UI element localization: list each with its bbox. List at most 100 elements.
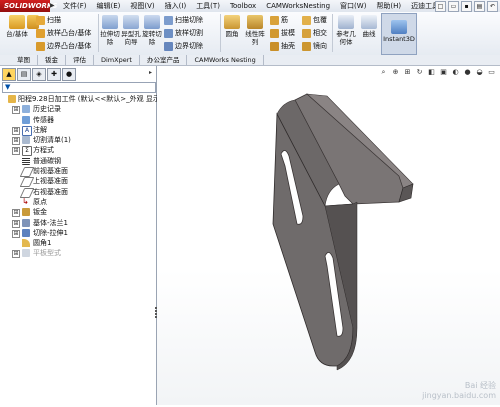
print-icon[interactable]: ▤ [474, 1, 485, 12]
menu-toolbox[interactable]: Toolbox [225, 0, 261, 12]
intersect-button[interactable]: 相交 [302, 28, 327, 38]
new-icon[interactable]: □ [435, 1, 446, 12]
feature-manager-tab-icon[interactable]: ▲ [2, 68, 16, 81]
sweep-label: 扫描 [47, 16, 61, 24]
open-icon[interactable]: ▭ [448, 1, 459, 12]
tree-item-label: 传感器 [33, 115, 54, 124]
expand-icon[interactable]: ⊞ [12, 229, 20, 238]
display-manager-tab-icon[interactable]: ● [62, 68, 76, 81]
save-icon[interactable]: ▪ [461, 1, 472, 12]
menu-help[interactable]: 帮助(H) [371, 0, 406, 12]
expand-icon[interactable]: ⊞ [12, 106, 20, 115]
scene-icon[interactable]: ◒ [475, 68, 484, 77]
tab-evaluate[interactable]: 评估 [66, 55, 94, 65]
tab-dimxpert[interactable]: DimXpert [94, 55, 140, 65]
tree-item-cut-extrude[interactable]: ⊞ 切除-拉伸1 [0, 228, 156, 238]
intersect-label: 相交 [313, 29, 327, 37]
rotate-icon[interactable]: ↻ [415, 68, 424, 77]
draft-button[interactable]: 拔模 [270, 28, 295, 38]
linear-pattern-button[interactable]: 线性阵列 [244, 15, 266, 46]
feature-manager-panel: ▲ ▤ ◈ ✚ ● ▸ ▼ 阳程9.28日加工件 (默认<<默认>_外观 显示 … [0, 66, 160, 405]
tree-item-history[interactable]: ⊞ 历史记录 [0, 104, 156, 115]
dimxpert-tab-icon[interactable]: ✚ [47, 68, 61, 81]
tree-item-cut-list[interactable]: ⊞ 切割清单(1) [0, 135, 156, 146]
draft-label: 拔模 [281, 29, 295, 37]
undo-icon[interactable]: ↶ [487, 1, 498, 12]
tab-sketch[interactable]: 草图 [10, 55, 38, 65]
boundary-cut-button[interactable]: 边界切除 [164, 41, 203, 51]
loft-cut-button[interactable]: 放样切割 [164, 28, 203, 38]
shell-button[interactable]: 抽壳 [270, 41, 295, 51]
expand-icon[interactable]: ⊞ [12, 137, 20, 146]
expand-icon[interactable]: ⊞ [12, 147, 20, 156]
watermark-url: jingyan.baidu.com [422, 391, 496, 400]
search-icon[interactable]: ⌕ [379, 68, 388, 77]
tree-item-base-flange[interactable]: ⊞ 基体-法兰1 [0, 218, 156, 228]
tree-item-flat-pattern[interactable]: ⊞ 平板型式 [0, 248, 156, 259]
monitor-icon[interactable]: ▭ [487, 68, 496, 77]
mirror-button[interactable]: 镜向 [302, 41, 327, 51]
expand-icon[interactable]: ⊞ [12, 209, 20, 218]
section-icon[interactable]: ◧ [427, 68, 436, 77]
tree-item-fillet[interactable]: 圆角1 [0, 238, 156, 248]
fillet-button[interactable]: 圆角 [222, 15, 242, 38]
loft-cut-icon [164, 28, 173, 38]
command-tabs: 草图 钣金 评估 DimXpert 办公室产品 CAMWorks Nesting [0, 55, 500, 66]
configuration-manager-tab-icon[interactable]: ◈ [32, 68, 46, 81]
rib-button[interactable]: 筋 [270, 15, 288, 25]
reference-geometry-icon [338, 15, 354, 29]
menu-window[interactable]: 窗口(W) [335, 0, 371, 12]
menu-edit[interactable]: 编辑(E) [92, 0, 126, 12]
tree-item-label: 右视基准面 [33, 187, 68, 196]
loft-boss-button[interactable]: 放样凸台/基体 [36, 28, 91, 38]
sweep-button[interactable]: 扫描 [36, 15, 61, 25]
tree-item-right-plane[interactable]: 右视基准面 [0, 187, 156, 198]
curves-button[interactable]: 曲线 [360, 15, 378, 38]
boundary-boss-button[interactable]: 边界凸台/基体 [36, 41, 91, 51]
expand-icon[interactable]: ⊞ [12, 219, 20, 228]
panel-expand-icon[interactable]: ▸ [149, 69, 152, 76]
tree-item-label: 历史记录 [33, 105, 61, 114]
tree-filter-input[interactable]: ▼ [2, 82, 156, 93]
tab-sheet-metal[interactable]: 钣金 [38, 55, 66, 65]
instant3d-button[interactable]: Instant3D [381, 13, 417, 55]
appearance-icon[interactable]: ● [463, 68, 472, 77]
display-style-icon[interactable]: ▣ [439, 68, 448, 77]
tab-office-products[interactable]: 办公室产品 [140, 55, 188, 65]
tree-item-front-plane[interactable]: 前视基准面 [0, 166, 156, 178]
tree-item-sheet-metal[interactable]: ⊞ 钣金 [0, 207, 156, 218]
menu-camworks-nesting[interactable]: CAMWorksNesting [261, 0, 335, 12]
reference-geometry-button[interactable]: 参考几何体 [334, 15, 358, 46]
hole-wizard-label: 异型孔向导 [121, 30, 141, 46]
boundary-label: 边界凸台/基体 [47, 42, 92, 50]
tree-item-equations[interactable]: ⊞ Σ 方程式 [0, 145, 156, 157]
revolve-cut-button[interactable]: 旋转切除 [142, 15, 162, 46]
sweep-cut-button[interactable]: 扫描切除 [164, 15, 203, 25]
logo-menu-arrow-icon[interactable]: ▶ [50, 0, 58, 12]
tree-item-sensors[interactable]: 传感器 [0, 115, 156, 125]
extrude-cut-button[interactable]: 拉伸切除 [100, 15, 120, 46]
menu-insert[interactable]: 插入(I) [160, 0, 192, 12]
sheet-metal-bracket-model[interactable] [157, 66, 500, 405]
tree-item-material[interactable]: 普通碳钢 [0, 156, 156, 166]
loft-icon [36, 28, 45, 38]
tree-item-annotations[interactable]: ⊞ A 注解 [0, 125, 156, 136]
expand-icon[interactable]: ⊞ [12, 250, 20, 259]
tree-root-part[interactable]: 阳程9.28日加工件 (默认<<默认>_外观 显示 [0, 94, 160, 104]
zoom-area-icon[interactable]: ⊞ [403, 68, 412, 77]
graphics-area[interactable] [157, 66, 500, 405]
zoom-fit-icon[interactable]: ⊕ [391, 68, 400, 77]
menu-tools[interactable]: 工具(T) [191, 0, 225, 12]
menu-view[interactable]: 视图(V) [125, 0, 159, 12]
linear-pattern-label: 线性阵列 [245, 30, 265, 46]
menu-file[interactable]: 文件(F) [58, 0, 92, 12]
wrap-button[interactable]: 包覆 [302, 15, 327, 25]
tree-item-label: 前视基准面 [33, 167, 68, 176]
tab-camworks-nesting[interactable]: CAMWorks Nesting [187, 55, 264, 65]
hide-show-icon[interactable]: ◐ [451, 68, 460, 77]
tree-item-origin[interactable]: ↳ 原点 [0, 197, 156, 207]
property-manager-tab-icon[interactable]: ▤ [17, 68, 31, 81]
hole-wizard-button[interactable]: 异型孔向导 [121, 15, 141, 46]
tree-item-top-plane[interactable]: 上视基准面 [0, 176, 156, 188]
expand-icon[interactable]: ⊞ [12, 126, 20, 135]
